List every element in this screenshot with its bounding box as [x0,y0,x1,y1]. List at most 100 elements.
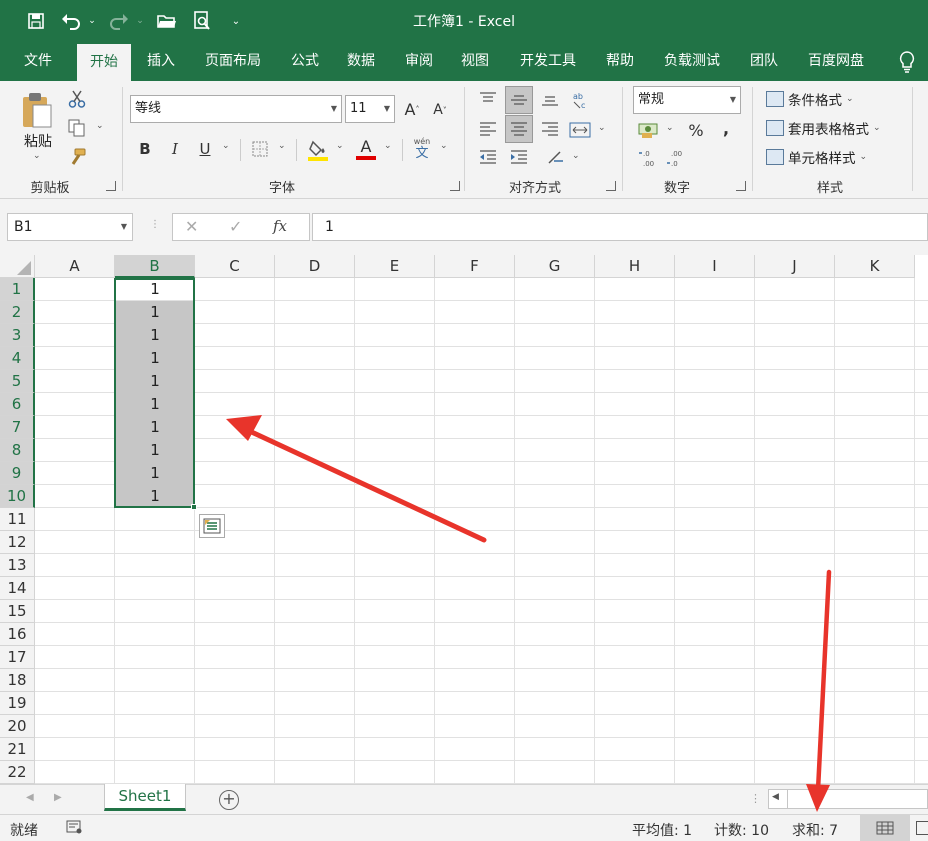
row-header-17[interactable]: 17 [0,646,35,669]
macro-record-icon[interactable] [66,820,82,838]
prev-sheet-icon[interactable]: ◀ [26,792,34,803]
row-header-21[interactable]: 21 [0,738,35,761]
column-header-k[interactable]: K [835,255,915,278]
tab-team[interactable]: 团队 [740,42,788,81]
increase-indent-icon[interactable] [507,147,531,167]
align-left-icon[interactable] [476,119,500,139]
copy-icon[interactable] [66,118,88,138]
insert-function-icon[interactable]: fx [273,217,287,235]
row-header-22[interactable]: 22 [0,761,35,784]
increase-decimal-icon[interactable]: .0.00 [638,147,662,169]
italic-button[interactable]: I [164,137,186,161]
wrap-text-icon[interactable] [544,147,568,167]
tab-baidu-netdisk[interactable]: 百度网盘 [798,42,874,81]
customize-quick-access-icon[interactable]: ⌄ [228,9,244,33]
borders-dropdown-icon[interactable]: ⌄ [278,141,286,151]
scroll-left-icon[interactable]: ◀ [772,792,779,802]
row-header-18[interactable]: 18 [0,669,35,692]
paste-button[interactable]: 粘贴 [18,131,58,151]
tab-page-layout[interactable]: 页面布局 [195,42,271,81]
merge-center-icon[interactable] [568,119,592,141]
row-header-20[interactable]: 20 [0,715,35,738]
fill-handle[interactable] [191,504,197,510]
cell-b6[interactable]: 1 [115,393,195,416]
decrease-decimal-icon[interactable]: .00.0 [666,147,690,169]
column-header-b[interactable]: B [115,255,195,278]
alignment-launcher-icon[interactable] [606,181,616,191]
horizontal-scrollbar[interactable]: ◀ [768,789,928,809]
cell-b7[interactable]: 1 [115,416,195,439]
font-name-select[interactable]: 等线 ▼ [130,95,342,123]
cell-styles-button[interactable]: 单元格样式 ⌄ [766,147,867,167]
clipboard-launcher-icon[interactable] [106,181,116,191]
cell-b8[interactable]: 1 [115,439,195,462]
column-header-c[interactable]: C [195,255,275,278]
lightbulb-icon[interactable] [892,42,922,81]
conditional-formatting-button[interactable]: 条件格式 ⌄ [766,89,854,109]
splitter-handle-icon[interactable]: ⋮ [750,792,761,805]
name-box[interactable]: B1 ▼ [7,213,133,241]
next-sheet-icon[interactable]: ▶ [54,792,62,803]
splitter-handle-icon[interactable]: ⋮ [150,219,160,230]
copy-dropdown-icon[interactable]: ⌄ [96,121,104,131]
decrease-indent-icon[interactable] [476,147,500,167]
cell-b10[interactable]: 1 [115,485,195,508]
row-header-12[interactable]: 12 [0,531,35,554]
cut-icon[interactable] [66,89,88,109]
currency-dropdown-icon[interactable]: ⌄ [666,123,674,133]
cell-b3[interactable]: 1 [115,324,195,347]
undo-icon[interactable] [58,9,84,33]
tab-view[interactable]: 视图 [450,42,500,81]
cell-b5[interactable]: 1 [115,370,195,393]
cell-b4[interactable]: 1 [115,347,195,370]
column-header-e[interactable]: E [355,255,435,278]
increase-font-size-button[interactable]: A ˄ [402,97,422,121]
font-color-button[interactable]: A [354,135,378,163]
fill-color-icon[interactable] [306,137,330,163]
enter-icon[interactable]: ✓ [229,217,242,236]
save-icon[interactable] [24,9,48,33]
tab-help[interactable]: 帮助 [596,42,644,81]
tab-data[interactable]: 数据 [336,42,386,81]
print-preview-icon[interactable] [189,9,215,33]
bold-button[interactable]: B [134,137,156,161]
open-folder-icon[interactable] [154,9,180,33]
row-header-9[interactable]: 9 [0,462,35,485]
tab-developer[interactable]: 开发工具 [510,42,586,81]
merge-dropdown-icon[interactable]: ⌄ [598,123,606,133]
row-header-2[interactable]: 2 [0,301,35,324]
wrap-dropdown-icon[interactable]: ⌄ [572,151,580,161]
percent-button[interactable]: % [684,119,708,141]
comma-style-button[interactable]: , [716,117,736,139]
cell-b9[interactable]: 1 [115,462,195,485]
quick-analysis-button[interactable] [199,514,225,538]
redo-dropdown-icon[interactable]: ⌄ [134,9,146,33]
phonetic-guide-button[interactable]: wén 文 [410,135,434,163]
normal-view-button[interactable] [860,815,910,841]
row-header-5[interactable]: 5 [0,370,35,393]
tab-review[interactable]: 审阅 [394,42,444,81]
phonetic-dropdown-icon[interactable]: ⌄ [440,141,448,151]
add-sheet-button[interactable]: + [219,790,239,810]
row-header-16[interactable]: 16 [0,623,35,646]
tab-formulas[interactable]: 公式 [280,42,330,81]
underline-button[interactable]: U [194,137,216,161]
column-header-f[interactable]: F [435,255,515,278]
currency-icon[interactable] [636,119,662,141]
fill-color-dropdown-icon[interactable]: ⌄ [336,141,344,151]
row-header-7[interactable]: 7 [0,416,35,439]
column-header-i[interactable]: I [675,255,755,278]
align-bottom-icon[interactable] [538,89,562,109]
redo-icon[interactable] [106,9,132,33]
row-header-15[interactable]: 15 [0,600,35,623]
font-size-select[interactable]: 11 ▼ [345,95,395,123]
row-header-11[interactable]: 11 [0,508,35,531]
column-header-g[interactable]: G [515,255,595,278]
row-header-13[interactable]: 13 [0,554,35,577]
undo-dropdown-icon[interactable]: ⌄ [86,9,98,33]
number-format-select[interactable]: 常规 ▼ [633,86,741,114]
align-right-icon[interactable] [538,119,562,139]
row-header-8[interactable]: 8 [0,439,35,462]
font-color-dropdown-icon[interactable]: ⌄ [384,141,392,151]
format-painter-icon[interactable] [66,147,88,167]
